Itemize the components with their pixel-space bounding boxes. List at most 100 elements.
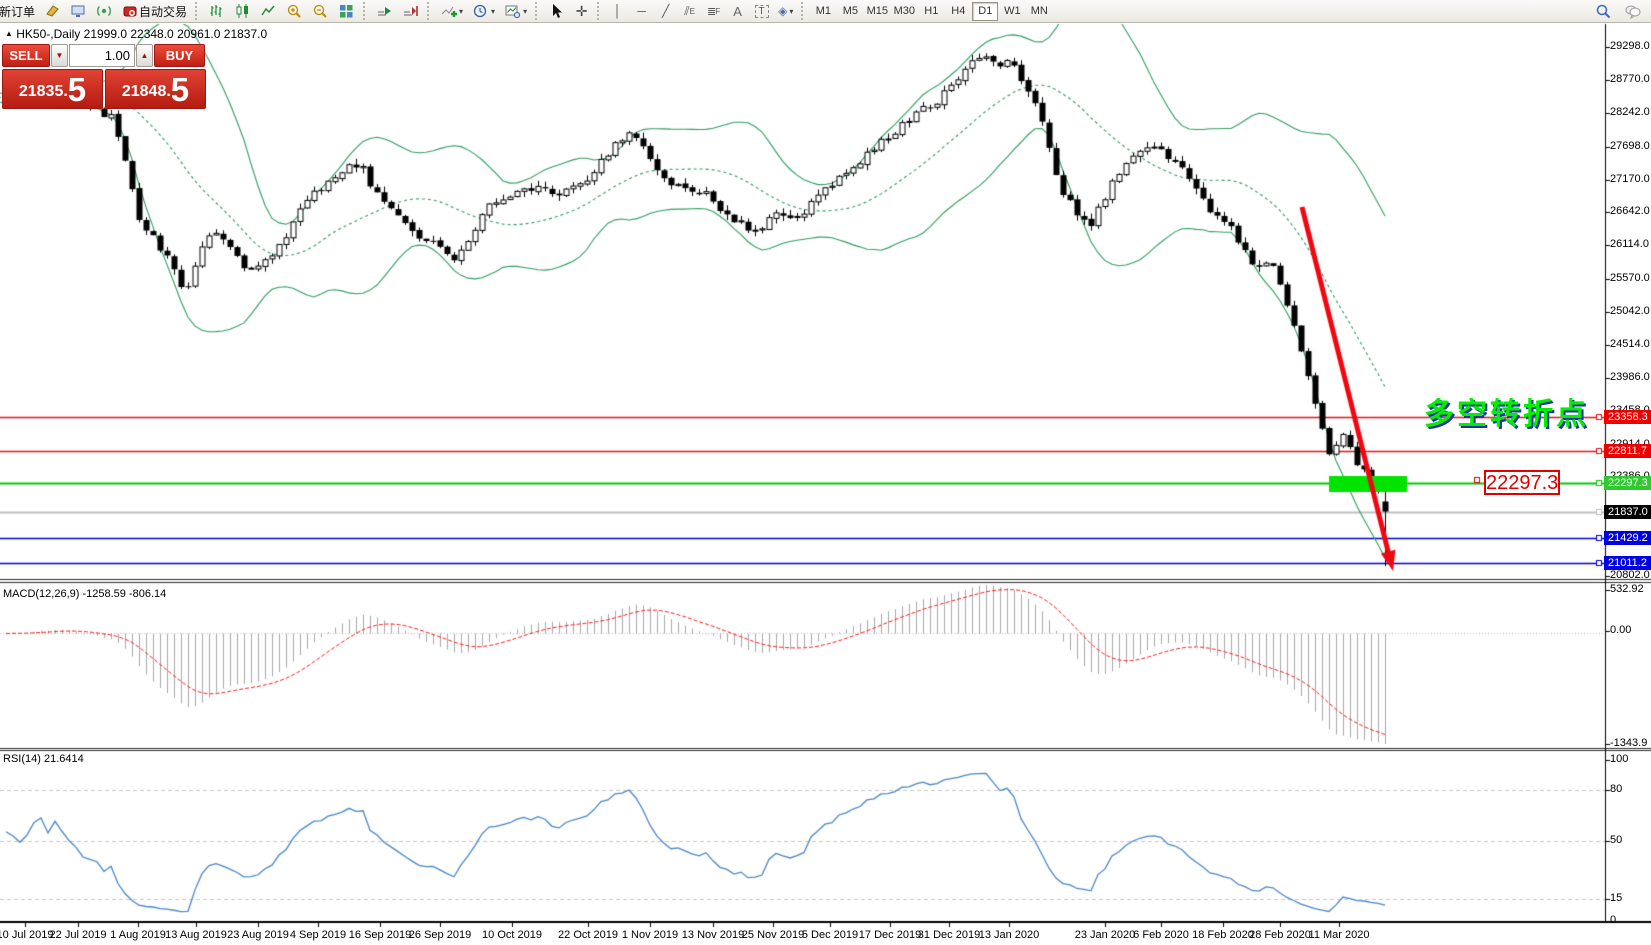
toolbar-separator: [535, 2, 540, 20]
date-axis-label: 1 Aug 2019: [110, 929, 166, 941]
horizontal-line-icon: ─: [637, 4, 646, 18]
macd-label: MACD(12,26,9) -1258.59 -806.14: [3, 588, 166, 600]
fibo-letter: F: [715, 7, 720, 16]
text-tool-icon: A: [733, 4, 742, 19]
date-axis-label: 26 Sep 2019: [409, 929, 471, 941]
zoom-in-button[interactable]: [282, 1, 307, 21]
price-level-label: 21837.0: [1604, 505, 1651, 519]
price-axis-tick: 27698.0: [1610, 140, 1650, 152]
date-axis-label: 31 Dec 2019: [918, 929, 980, 941]
chat-button[interactable]: [1620, 1, 1645, 21]
volume-up-button[interactable]: ▲: [136, 44, 153, 67]
indicators-button[interactable]: ▾: [436, 1, 467, 21]
rsi-label: RSI(14) 21.6414: [3, 753, 84, 765]
trendline-tool[interactable]: ╱: [654, 1, 677, 21]
timeframe-button-MN[interactable]: MN: [1026, 2, 1052, 21]
price-tag-label[interactable]: 22297.3: [1484, 470, 1560, 495]
timeframe-button-M5[interactable]: M5: [837, 2, 863, 21]
line-chart-icon: [260, 3, 277, 19]
autotrading-icon: [122, 3, 139, 19]
buy-button[interactable]: BUY: [154, 44, 205, 67]
templates-button[interactable]: ▾: [500, 1, 531, 21]
sell-price: 21835.: [19, 79, 68, 105]
timeframe-button-H1[interactable]: H1: [918, 2, 944, 21]
date-axis-label: 6 Feb 2020: [1133, 929, 1189, 941]
date-axis-label: 16 Sep 2019: [349, 929, 411, 941]
candlestick-icon: [234, 3, 251, 19]
date-axis-label: 25 Nov 2019: [742, 929, 804, 941]
price-level-label: 21429.2: [1604, 531, 1651, 545]
trendline-icon: ╱: [662, 4, 669, 18]
macd-axis-tick: 532.92: [1610, 583, 1644, 595]
volume-down-button[interactable]: ▼: [51, 44, 68, 67]
line-chart-button[interactable]: [256, 1, 281, 21]
market-watch-button[interactable]: [66, 1, 91, 21]
text-tool[interactable]: A: [726, 1, 749, 21]
toolbar-separator: [195, 2, 200, 20]
indicators-plus-icon: [440, 3, 457, 19]
date-axis-label: 10 Jul 2019: [0, 929, 53, 941]
timeframe-button-M15[interactable]: M15: [864, 2, 890, 21]
macd-axis-tick: -1343.9: [1610, 737, 1647, 749]
tile-windows-button[interactable]: [334, 1, 359, 21]
crosshair-tool-button[interactable]: ✛: [570, 1, 593, 21]
turning-point-annotation[interactable]: 多空转折点: [1424, 389, 1589, 433]
candlestick-button[interactable]: [230, 1, 255, 21]
timeframe-button-M30[interactable]: M30: [891, 2, 917, 21]
chart-canvas[interactable]: [0, 0, 1651, 945]
sell-price-panel[interactable]: 21835. 5: [2, 69, 103, 109]
channel-tool[interactable]: ⫽E: [678, 1, 701, 21]
date-axis-label: 28 Feb 2020: [1249, 929, 1311, 941]
fibonacci-tool[interactable]: ≣F: [702, 1, 725, 21]
vertical-line-tool[interactable]: │: [606, 1, 629, 21]
timeframe-button-H4[interactable]: H4: [945, 2, 971, 21]
new-order-button[interactable]: 新订单: [0, 1, 39, 21]
price-axis-tick: 23986.0: [1610, 371, 1650, 383]
macd-axis-tick: 0.00: [1610, 624, 1631, 636]
autotrading-button[interactable]: 自动交易: [118, 1, 191, 21]
toolbar-separator: [363, 2, 368, 20]
sell-button[interactable]: SELL: [2, 44, 50, 67]
label-tool[interactable]: T: [750, 1, 773, 21]
date-axis-label: 13 Nov 2019: [682, 929, 744, 941]
signal-button[interactable]: [92, 1, 117, 21]
label-tool-icon: T: [755, 5, 769, 18]
bar-chart-button[interactable]: [204, 1, 229, 21]
volume-input[interactable]: [69, 44, 135, 67]
periods-button[interactable]: ▾: [468, 1, 499, 21]
buy-price-panel[interactable]: 21848. 5: [105, 69, 206, 109]
timeframe-button-M1[interactable]: M1: [810, 2, 836, 21]
one-click-toggle-icon[interactable]: ▲: [5, 29, 13, 38]
clock-icon: [472, 3, 489, 19]
timeframe-button-D1[interactable]: D1: [972, 2, 998, 21]
date-axis-label: 22 Jul 2019: [50, 929, 107, 941]
chart-shift-button[interactable]: [398, 1, 423, 21]
date-axis-label: 5 Dec 2019: [802, 929, 858, 941]
new-chart-button[interactable]: [40, 1, 65, 21]
crosshair-icon: ✛: [576, 3, 588, 20]
price-axis-tick: 25042.0: [1610, 305, 1650, 317]
search-icon: [1595, 3, 1612, 19]
auto-scroll-button[interactable]: [372, 1, 397, 21]
toolbar-separator: [597, 2, 602, 20]
buy-price-big-digit: 5: [171, 75, 189, 105]
toolbar-separator: [427, 2, 432, 20]
chart-shift-icon: [402, 3, 419, 19]
cursor-tool-button[interactable]: [544, 1, 569, 21]
dropdown-caret-icon: ▾: [523, 7, 527, 16]
zoom-out-button[interactable]: [308, 1, 333, 21]
tile-windows-icon: [338, 3, 355, 19]
signal-icon: [96, 3, 113, 19]
horizontal-line-tool[interactable]: ─: [630, 1, 653, 21]
shapes-tool[interactable]: ◈ ▾: [774, 1, 797, 21]
search-button[interactable]: [1591, 1, 1616, 21]
buy-price: 21848.: [122, 79, 171, 105]
rsi-axis-tick: 15: [1610, 892, 1622, 904]
main-toolbar: 新订单 自动交易: [0, 0, 1651, 23]
one-click-trade-panel: SELL ▼ ▲ BUY 21835. 5 21848. 5: [2, 44, 208, 109]
date-axis-label: 4 Sep 2019: [290, 929, 346, 941]
timeframe-bar: M1M5M15M30H1H4D1W1MN: [810, 2, 1052, 21]
date-axis-label: 23 Aug 2019: [227, 929, 289, 941]
ohlc-values: 21999.0 22348.0 20961.0 21837.0: [84, 27, 268, 41]
timeframe-button-W1[interactable]: W1: [999, 2, 1025, 21]
